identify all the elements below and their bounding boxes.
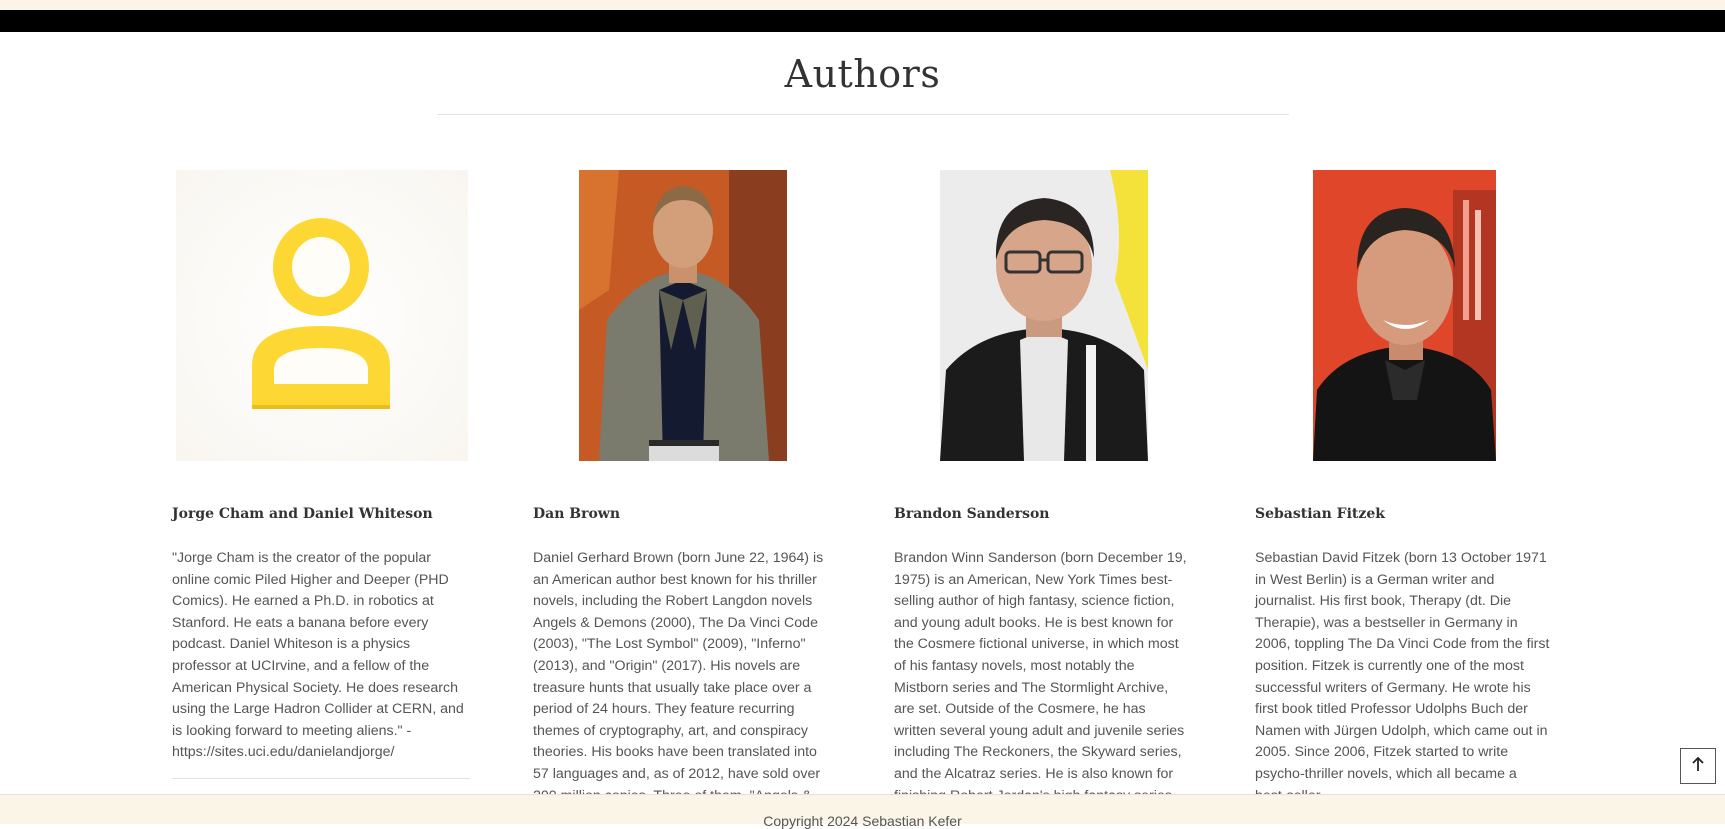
author-bio: Daniel Gerhard Brown (born June 22, 1964…	[533, 550, 824, 804]
author-photo-frame	[1255, 170, 1555, 461]
nav-bar	[0, 10, 1725, 32]
brandon-sanderson-portrait[interactable]	[940, 170, 1148, 461]
author-card: Jorge Cham and Daniel Whiteson "Jorge Ch…	[172, 170, 472, 779]
sebastian-fitzek-portrait[interactable]	[1313, 170, 1496, 461]
card-divider	[172, 778, 470, 779]
arrow-up-icon	[1691, 756, 1705, 777]
author-name[interactable]: Brandon Sanderson	[894, 506, 1049, 522]
author-bio: "Jorge Cham is the creator of the popula…	[172, 550, 464, 761]
author-photo-frame	[172, 170, 472, 461]
author-card: Sebastian Fitzek Sebastian David Fitzek …	[1255, 170, 1555, 804]
page-title: Authors	[784, 52, 941, 96]
author-bio: Brandon Winn Sanderson (born December 19…	[894, 550, 1187, 804]
dan-brown-portrait[interactable]	[579, 170, 787, 461]
footer-copyright: Copyright 2024 Sebastian Kefer	[763, 813, 962, 829]
author-name[interactable]: Sebastian Fitzek	[1255, 506, 1385, 522]
author-card: Brandon Sanderson Brandon Winn Sanderson…	[894, 170, 1194, 804]
title-divider	[437, 114, 1289, 115]
footer: Copyright 2024 Sebastian Kefer	[0, 794, 1725, 829]
author-name[interactable]: Dan Brown	[533, 506, 620, 522]
author-bio: Sebastian David Fitzek (born 13 October …	[1255, 550, 1550, 804]
author-photo-frame	[533, 170, 833, 461]
author-photo-frame	[894, 170, 1194, 461]
author-card: Dan Brown Daniel Gerhard Brown (born Jun…	[533, 170, 833, 804]
do-logo-icon[interactable]	[176, 170, 468, 461]
top-strip	[0, 0, 1725, 10]
author-name[interactable]: Jorge Cham and Daniel Whiteson	[172, 506, 433, 522]
back-to-top-button[interactable]	[1680, 748, 1716, 784]
